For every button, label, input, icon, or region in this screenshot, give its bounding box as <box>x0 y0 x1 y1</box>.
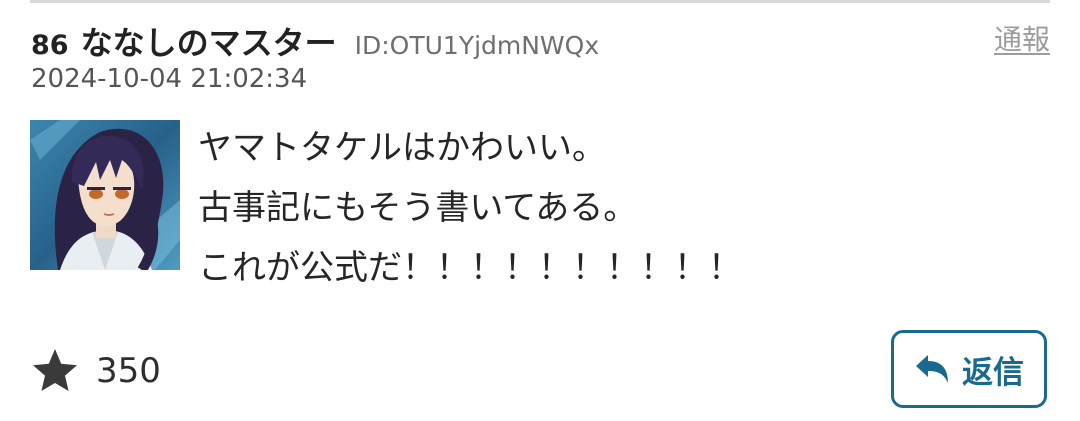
message-line: ヤマトタケルはかわいい。 <box>198 128 606 168</box>
post-header: 86 ななしのマスター ID:OTU1YjdmNWQx <box>31 18 599 62</box>
poster-name: ななしのマスター <box>80 24 337 62</box>
post-number: 86 <box>31 30 69 61</box>
message-line: これが公式だ！！！！！！！！！！ <box>198 248 742 288</box>
divider <box>30 0 1050 3</box>
message-line: 古事記にもそう書いてある。 <box>198 188 638 228</box>
post-card: 86 ななしのマスター ID:OTU1YjdmNWQx 通報 2024-10-0… <box>0 0 1080 421</box>
post-message: ヤマトタケルはかわいい。 古事記にもそう書いてある。 これが公式だ！！！！！！！… <box>198 118 1018 298</box>
star-icon <box>33 349 77 391</box>
reply-button[interactable]: 返信 <box>891 330 1047 408</box>
like-button[interactable]: 350 <box>30 346 161 396</box>
post-timestamp: 2024-10-04 21:02:34 <box>31 64 308 94</box>
avatar-image <box>30 120 180 270</box>
avatar <box>30 120 180 270</box>
reply-label: 返信 <box>962 354 1024 391</box>
poster-id: ID:OTU1YjdmNWQx <box>354 31 600 60</box>
report-link[interactable]: 通報 <box>994 18 1050 58</box>
reply-arrow-icon <box>916 355 948 383</box>
like-count: 350 <box>96 351 161 391</box>
